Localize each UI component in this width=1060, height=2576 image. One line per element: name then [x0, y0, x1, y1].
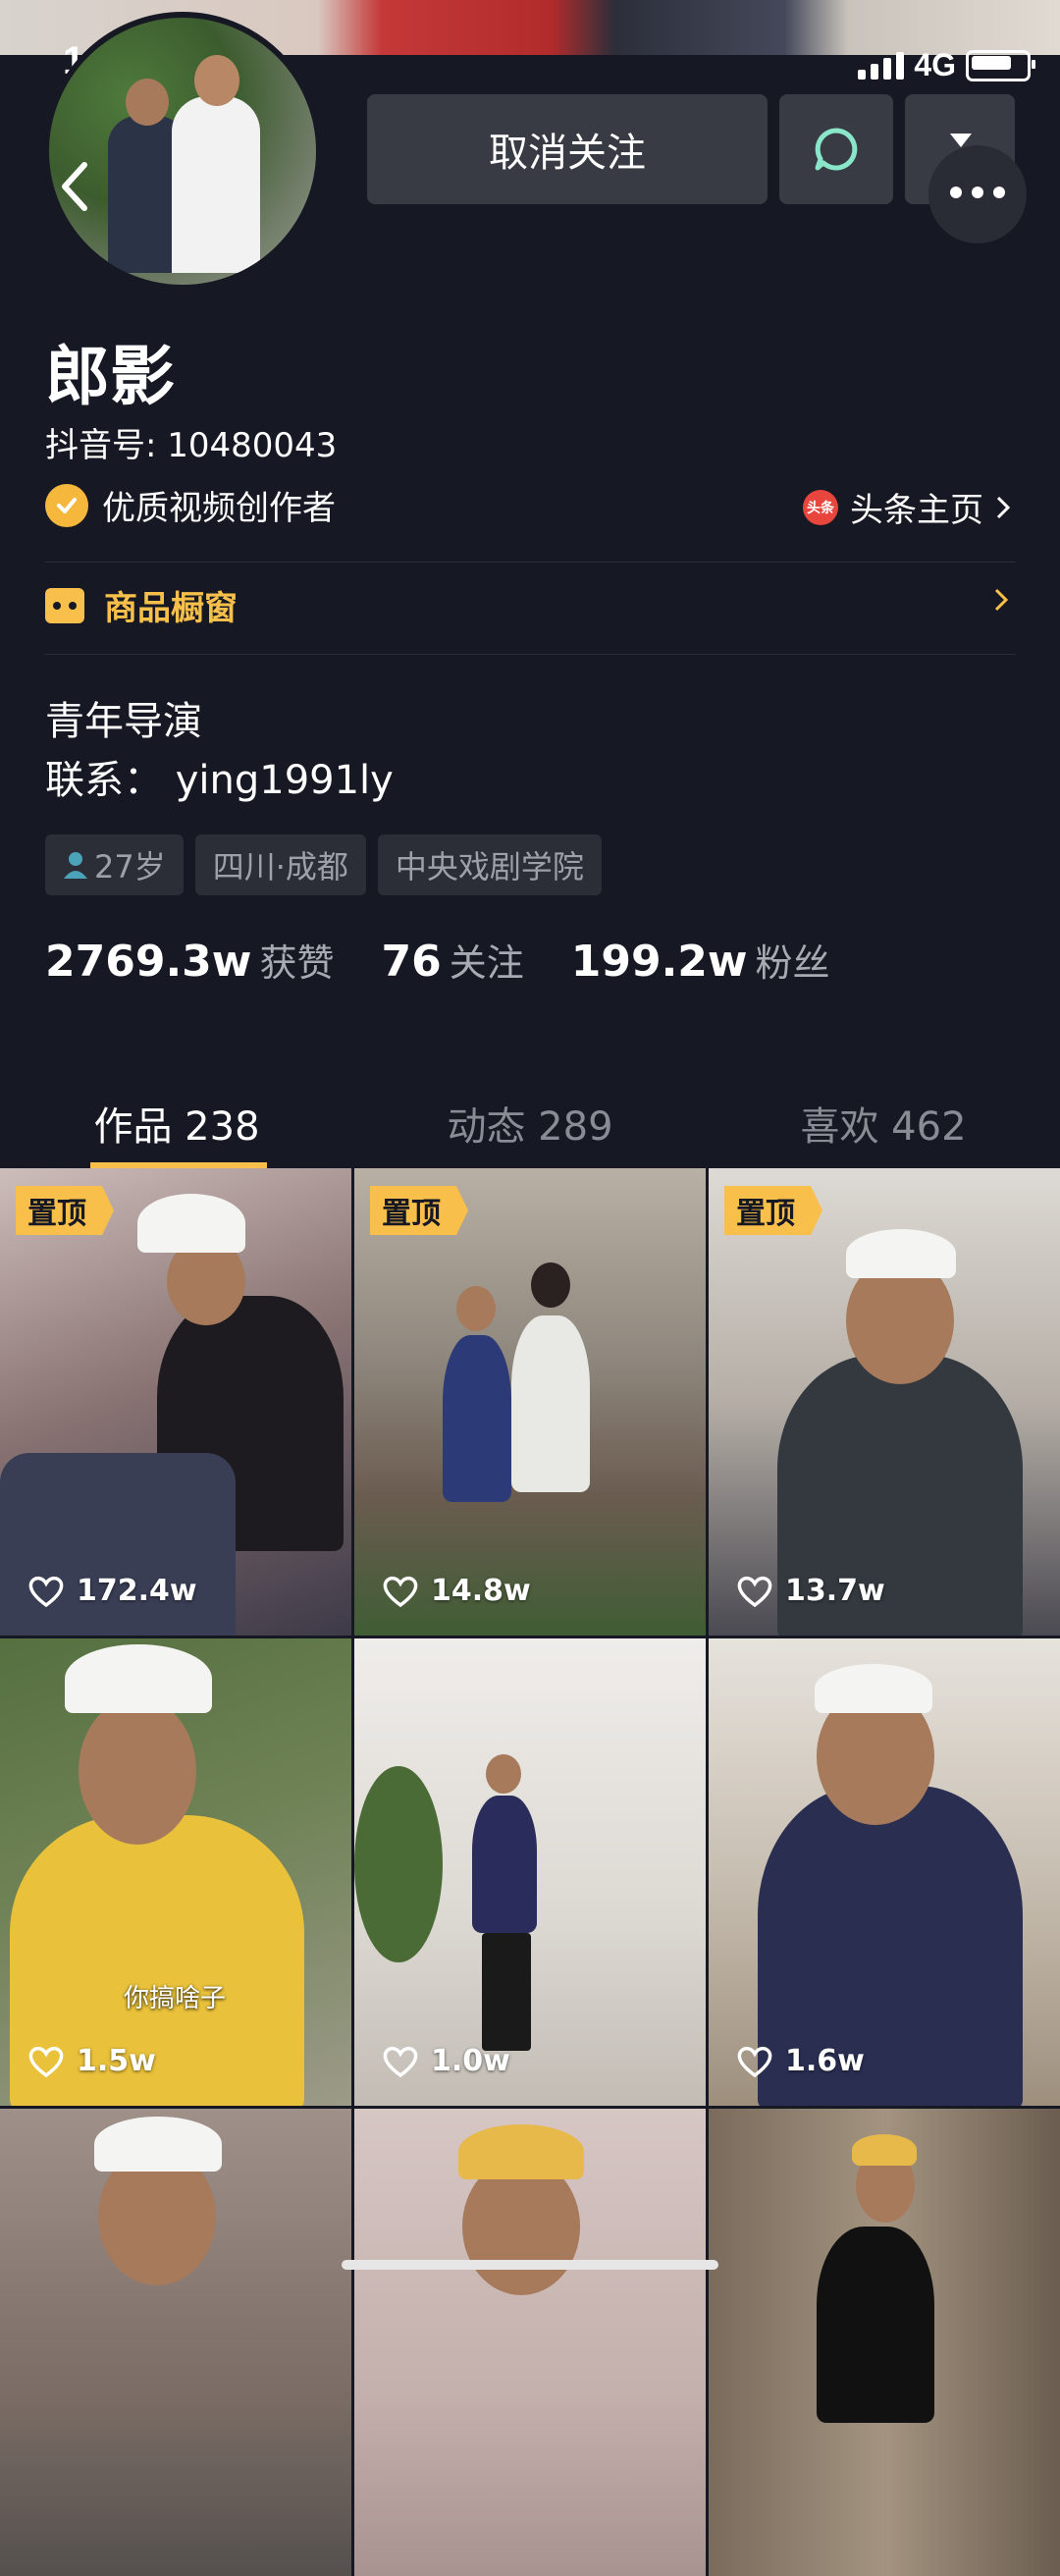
shop-label: 商品橱窗 [104, 589, 238, 628]
like-count: 1.0w [382, 2044, 510, 2078]
video-thumbnail[interactable] [709, 2109, 1060, 2576]
profile-tags: 27岁 四川·成都 中央戏剧学院 [45, 834, 602, 895]
message-button[interactable] [779, 94, 893, 204]
tab-activity[interactable]: 动态 289 [353, 1076, 707, 1170]
status-indicators: 4G [858, 47, 1035, 83]
video-thumbnail[interactable]: 置顶 14.8w [354, 1168, 706, 1636]
certification-label: 优质视频创作者 [102, 489, 336, 528]
profile-name: 郎影 [45, 339, 175, 414]
video-thumbnail[interactable] [0, 2109, 351, 2576]
heart-icon [737, 1576, 772, 1607]
heart-icon [28, 2046, 64, 2077]
like-count: 13.7w [736, 1574, 885, 1608]
douyin-id: 抖音号: 10480043 [45, 426, 338, 465]
like-count: 172.4w [27, 1574, 197, 1608]
heart-icon [383, 1576, 418, 1607]
toutiao-label: 头条主页 [850, 491, 983, 530]
signal-icon [858, 51, 905, 80]
heart-icon [737, 2046, 772, 2077]
back-arrow-icon[interactable] [55, 157, 94, 216]
tab-liked[interactable]: 喜欢 462 [707, 1076, 1060, 1170]
certification-row: 优质视频创作者 [45, 481, 336, 529]
avatar[interactable] [43, 12, 322, 291]
battery-icon [966, 49, 1035, 81]
bio-line-2: 联系： ying1991ly [45, 758, 394, 803]
video-thumbnail[interactable]: 置顶 13.7w [709, 1168, 1060, 1636]
home-indicator [342, 2260, 718, 2270]
video-thumbnail[interactable]: 你搞啥子 1.5w [0, 1638, 351, 2106]
verified-check-icon [45, 483, 88, 527]
shop-icon [45, 587, 84, 623]
stat-likes: 2769.3w 获赞 [45, 937, 335, 987]
like-count: 1.5w [27, 2044, 156, 2078]
stats-row: 2769.3w 获赞 76 关注 199.2w 粉丝 [45, 933, 830, 987]
video-grid: 置顶 172.4w 置顶 14.8w 置顶 13.7w 你搞啥子 1.5w 1.… [0, 1168, 1060, 2576]
video-caption: 你搞啥子 [124, 1984, 227, 2013]
toutiao-icon: 头条 [803, 489, 838, 525]
stat-following[interactable]: 76 关注 [381, 933, 523, 987]
stat-followers[interactable]: 199.2w 粉丝 [571, 933, 830, 987]
like-count: 1.6w [736, 2044, 865, 2078]
divider [45, 654, 1015, 655]
unfollow-button[interactable]: 取消关注 [367, 94, 768, 204]
like-count: 14.8w [382, 1574, 531, 1608]
toutiao-homepage-link[interactable]: 头条 头条主页 [803, 483, 1011, 531]
content-tabs: 作品 238 动态 289 喜欢 462 [0, 1076, 1060, 1170]
video-thumbnail[interactable]: 置顶 172.4w [0, 1168, 351, 1636]
tag-school: 中央戏剧学院 [377, 834, 602, 895]
network-type: 4G [914, 47, 956, 82]
video-thumbnail[interactable]: 1.6w [709, 1638, 1060, 2106]
pinned-badge: 置顶 [16, 1186, 114, 1235]
bio-line-1: 青年导演 [45, 699, 202, 744]
heart-icon [383, 2046, 418, 2077]
person-icon [64, 852, 87, 879]
tag-location: 四川·成都 [194, 834, 366, 895]
tag-age: 27岁 [45, 834, 184, 895]
chevron-right-icon [996, 496, 1011, 518]
video-thumbnail[interactable]: 1.0w [354, 1638, 706, 2106]
pinned-badge: 置顶 [370, 1186, 468, 1235]
shop-window-row[interactable]: 商品橱窗 [45, 581, 1015, 629]
tab-works[interactable]: 作品 238 [0, 1076, 353, 1170]
unfollow-label: 取消关注 [489, 131, 646, 176]
chevron-right-icon [994, 588, 1009, 612]
more-options-button[interactable] [928, 145, 1027, 243]
video-thumbnail[interactable] [354, 2109, 706, 2576]
pinned-badge: 置顶 [724, 1186, 822, 1235]
divider [45, 562, 1015, 563]
message-icon [815, 128, 858, 171]
heart-icon [28, 1576, 64, 1607]
